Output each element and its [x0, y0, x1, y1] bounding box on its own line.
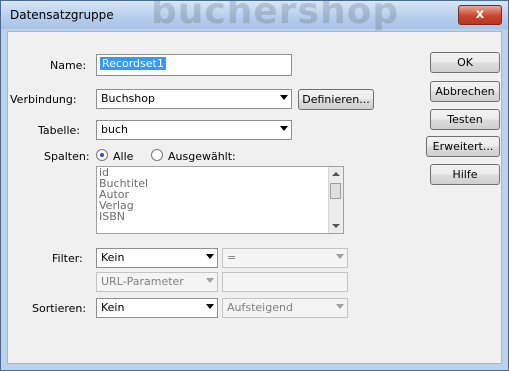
tabelle-value: buch [101, 123, 128, 136]
chevron-down-icon [206, 304, 214, 309]
list-item[interactable]: Buchtitel [97, 178, 343, 189]
close-button[interactable]: x [458, 5, 502, 25]
chevron-down-icon [206, 254, 214, 259]
list-item[interactable]: Autor [97, 189, 343, 200]
chevron-down-icon [336, 304, 344, 309]
name-input[interactable]: Recordset1 [96, 54, 292, 76]
sortieren-select[interactable]: Kein [96, 298, 218, 318]
sort-order-value: Aufsteigend [227, 301, 293, 314]
scroll-up-icon[interactable] [332, 172, 340, 176]
chevron-down-icon [336, 254, 344, 259]
columns-list[interactable]: id Buchtitel Autor Verlag ISBN [96, 166, 344, 234]
tabelle-select[interactable]: buch [96, 120, 292, 140]
filter-select[interactable]: Kein [96, 248, 218, 268]
name-input-value: Recordset1 [100, 57, 166, 70]
sortieren-value: Kein [101, 301, 125, 314]
filter-value-input[interactable] [222, 272, 348, 292]
chevron-down-icon [280, 95, 288, 100]
tabelle-label: Tabelle: [38, 124, 80, 137]
filter-source-select[interactable]: URL-Parameter [96, 272, 218, 292]
scroll-down-icon[interactable] [332, 224, 340, 228]
definieren-button[interactable]: Definieren... [298, 89, 374, 110]
scroll-thumb[interactable] [330, 183, 341, 199]
dialog-body: Name: Recordset1 Verbindung: Buchshop De… [7, 31, 502, 364]
columns-scrollbar[interactable] [328, 167, 343, 233]
verbindung-value: Buchshop [101, 92, 155, 105]
watermark-logo: buchershop [151, 0, 400, 32]
name-label: Name: [50, 59, 87, 72]
verbindung-select[interactable]: Buchshop [96, 89, 292, 109]
verbindung-label: Verbindung: [10, 93, 77, 106]
chevron-down-icon [206, 278, 214, 283]
chevron-down-icon [280, 126, 288, 131]
radio-alle-label: Alle [113, 150, 134, 163]
ok-button[interactable]: OK [430, 52, 500, 73]
filter-value: Kein [101, 251, 125, 264]
filter-label: Filter: [52, 252, 83, 265]
filter-operator-value: = [227, 251, 237, 264]
dialog-title: Datensatzgruppe [10, 8, 114, 22]
sort-order-select[interactable]: Aufsteigend [222, 298, 348, 318]
list-item[interactable]: Verlag [97, 200, 343, 211]
list-item[interactable]: ISBN [97, 211, 343, 222]
title-bar[interactable]: Datensatzgruppe buchershop x [1, 0, 508, 32]
radio-alle[interactable] [96, 149, 108, 161]
testen-button[interactable]: Testen [430, 109, 500, 130]
dialog-window: Datensatzgruppe buchershop x Name: Recor… [0, 0, 509, 371]
close-icon: x [475, 7, 485, 22]
spalten-label: Spalten: [44, 150, 90, 163]
abbrechen-button[interactable]: Abbrechen [430, 81, 500, 102]
radio-ausgewaehlt[interactable] [151, 149, 163, 161]
filter-source-value: URL-Parameter [101, 275, 184, 288]
hilfe-button[interactable]: Hilfe [430, 164, 500, 185]
sortieren-label: Sortieren: [32, 302, 87, 315]
filter-operator-select[interactable]: = [222, 248, 348, 268]
radio-ausgewaehlt-label: Ausgewählt: [168, 150, 236, 163]
erweitert-button[interactable]: Erweitert... [426, 136, 500, 157]
